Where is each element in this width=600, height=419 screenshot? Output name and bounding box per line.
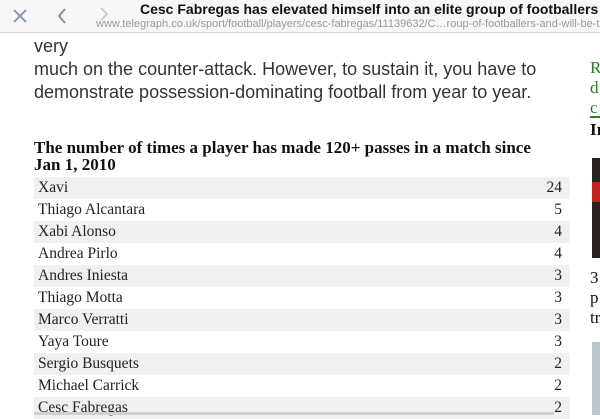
passes-table: Xavi 24 Thiago Alcantara 5 Xabi Alonso 4 An… [34, 177, 570, 419]
pass-count: 3 [463, 331, 570, 353]
sidebar-image-accent [592, 182, 600, 202]
player-name: Michael Carrick [34, 375, 464, 397]
sidebar-underline [590, 116, 600, 118]
pass-count: 4 [463, 243, 570, 265]
pass-count: 4 [463, 221, 570, 243]
url-text[interactable]: www.telegraph.co.uk/sport/football/playe… [96, 18, 600, 30]
table-row: Sergio Busquets 2 [34, 353, 570, 375]
pass-count: 2 [463, 375, 570, 397]
sidebar-heading-fragment: Ir [590, 120, 600, 139]
sidebar-image[interactable] [592, 342, 600, 415]
table-row: Andrea Pirlo 4 [34, 243, 570, 265]
table-title: The number of times a player has made 12… [34, 138, 531, 174]
player-name: Yaya Toure [34, 331, 464, 353]
player-name: Marco Verratti [34, 309, 464, 331]
paragraph-line: much on the counter-attack. However, to … [34, 59, 537, 79]
table-row: Xabi Alonso 4 [34, 221, 570, 243]
player-name: Sergio Busquets [34, 353, 464, 375]
sidebar-text-fragment: p [590, 288, 599, 307]
player-name: Xavi [34, 177, 464, 199]
sidebar-link-fragment[interactable]: d [590, 78, 599, 98]
close-icon[interactable] [8, 4, 32, 28]
next-paragraph-fragment [34, 405, 564, 415]
table-row: Xavi 24 [34, 177, 570, 199]
sidebar-text-fragment: 3 [590, 268, 599, 287]
player-name: Thiago Motta [34, 287, 464, 309]
pass-count: 3 [463, 287, 570, 309]
browser-toolbar: Cesc Fabregas has elevated himself into … [0, 0, 600, 33]
pass-count: 3 [463, 309, 570, 331]
article-body: team who won the Champions League in Ist… [34, 12, 574, 419]
table-row: Yaya Toure 3 [34, 331, 570, 353]
chevron-left-icon[interactable] [50, 4, 74, 28]
player-name: Andrea Pirlo [34, 243, 464, 265]
table-row: Marco Verratti 3 [34, 309, 570, 331]
sidebar-image[interactable] [592, 158, 600, 258]
pass-count: 5 [463, 199, 570, 221]
sidebar-fragment: R d c Ir 3 p tr [588, 32, 600, 415]
sidebar-link-fragment[interactable]: R [590, 58, 600, 78]
player-name: Andres Iniesta [34, 265, 464, 287]
page-title: Cesc Fabregas has elevated himself into … [140, 1, 600, 17]
player-name: Thiago Alcantara [34, 199, 464, 221]
pass-count: 24 [463, 177, 570, 199]
pass-count: 3 [463, 265, 570, 287]
pass-count: 2 [463, 353, 570, 375]
sidebar-text-fragment: tr [590, 308, 600, 327]
player-name: Xabi Alonso [34, 221, 464, 243]
table-row: Thiago Alcantara 5 [34, 199, 570, 221]
sidebar-link-fragment[interactable]: c [590, 98, 598, 118]
paragraph-line: demonstrate possession-dominating footba… [34, 82, 532, 102]
table-row: Michael Carrick 2 [34, 375, 570, 397]
table-row: Thiago Motta 3 [34, 287, 570, 309]
table-row: Andres Iniesta 3 [34, 265, 570, 287]
